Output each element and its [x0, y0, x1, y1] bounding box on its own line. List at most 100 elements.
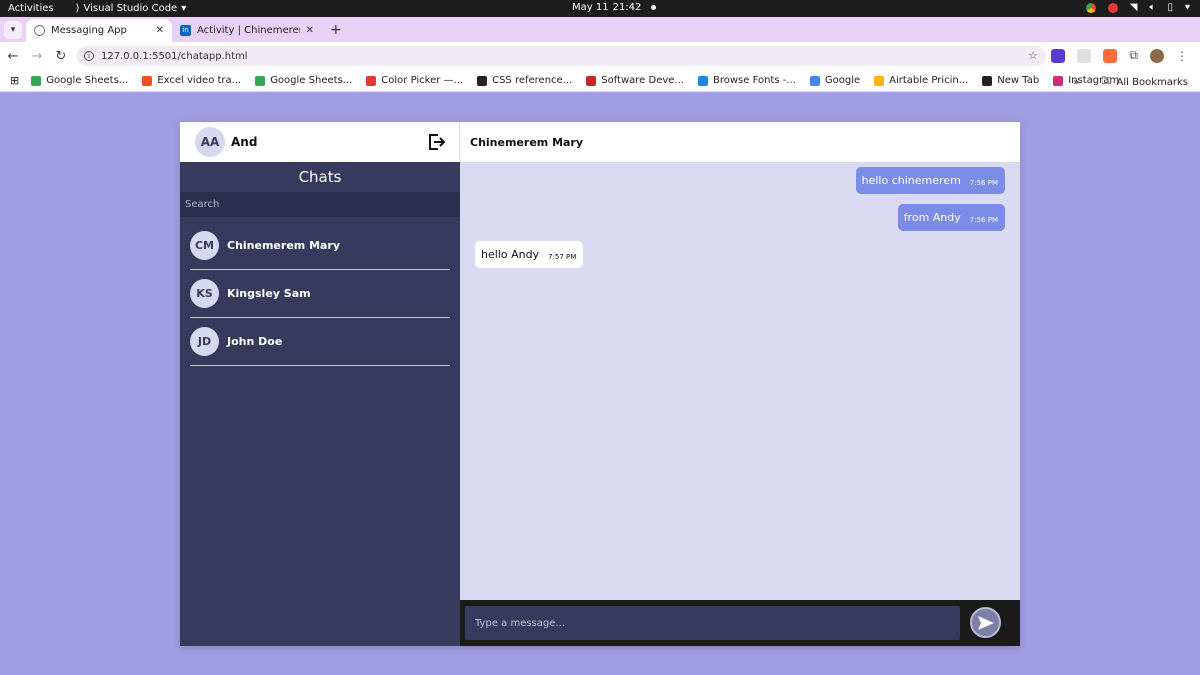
send-icon	[977, 615, 994, 630]
system-tray[interactable]: ◥ 🔈︎ ▯ ▾	[1085, 2, 1190, 13]
message-input[interactable]	[465, 606, 960, 640]
message-time: 7:56 PM	[969, 216, 998, 224]
forward-icon[interactable]: →	[26, 49, 48, 64]
extension-icon[interactable]	[1077, 48, 1092, 63]
extension-icon[interactable]	[1051, 48, 1066, 63]
chat-item-chinemerem-mary[interactable]: CM Chinemerem Mary	[190, 222, 450, 270]
message-time: 7:56 PM	[969, 179, 998, 187]
bookmarks-bar: ⊞ Google Sheets... Excel video tra... Go…	[0, 70, 1200, 92]
bookmark-favicon-icon	[255, 75, 266, 86]
bookmark-item[interactable]: Airtable Pricin...	[874, 75, 968, 86]
chat-list: CM Chinemerem Mary KS Kingsley Sam JD Jo…	[190, 222, 450, 366]
app-menu-label: Visual Studio Code	[83, 3, 178, 14]
chrome-tray-icon[interactable]	[1085, 2, 1096, 13]
close-tab-icon[interactable]: ✕	[156, 25, 164, 36]
apps-grid-icon[interactable]: ⊞	[10, 74, 19, 87]
search-input[interactable]	[180, 192, 460, 217]
bookmarks-right: » 🗀︎ All Bookmarks	[1073, 74, 1188, 91]
message-time: 7:57 PM	[548, 253, 577, 261]
messaging-app: AA And Chats CM Chinemerem Mary KS Kings…	[180, 122, 1020, 646]
puzzle-extensions-icon[interactable]: ⧉	[1129, 48, 1138, 63]
bookmark-favicon-icon	[142, 75, 153, 86]
bookmark-favicon-icon	[477, 75, 488, 86]
close-tab-icon[interactable]: ✕	[306, 25, 314, 36]
vscode-icon: ⟩	[75, 3, 80, 14]
tab-messaging-app[interactable]: Messaging App ✕	[26, 19, 172, 42]
bookmark-item[interactable]: Software Deve...	[586, 75, 684, 86]
more-bookmarks-chevron-icon[interactable]: »	[1073, 77, 1079, 88]
logout-icon[interactable]	[427, 132, 445, 152]
chat-name: Kingsley Sam	[227, 287, 311, 300]
user-name: And	[231, 135, 258, 149]
bookmark-label: Color Picker —...	[381, 75, 464, 86]
bookmark-label: New Tab	[997, 75, 1040, 86]
tab-search-icon[interactable]: ▾	[4, 21, 22, 39]
battery-icon[interactable]: ▯	[1167, 2, 1173, 13]
send-button[interactable]	[970, 607, 1001, 638]
bookmark-item[interactable]: Google Sheets...	[255, 75, 352, 86]
conversation-header: Chinemerem Mary	[460, 122, 1020, 162]
conversation-panel: Chinemerem Mary hello chinemerem 7:56 PM…	[460, 122, 1020, 646]
tab-title: Messaging App	[51, 25, 127, 36]
bookmark-favicon-icon	[809, 75, 820, 86]
chevron-down-icon: ▾	[181, 3, 187, 14]
chat-avatar: KS	[190, 279, 219, 308]
menu-kebab-icon[interactable]: ⋮	[1176, 49, 1188, 63]
do-not-disturb-icon[interactable]	[1107, 2, 1118, 13]
contact-name: Chinemerem Mary	[470, 135, 584, 149]
chat-avatar: CM	[190, 231, 219, 260]
bookmark-star-icon[interactable]: ☆	[1028, 49, 1038, 62]
sidebar-header: AA And	[180, 122, 460, 162]
bookmark-item[interactable]: Color Picker —...	[366, 75, 463, 86]
back-icon[interactable]: ←	[2, 49, 24, 64]
bookmark-label: Excel video tra...	[157, 75, 242, 86]
user-avatar: AA	[195, 127, 225, 157]
chat-name: John Doe	[227, 335, 283, 348]
bookmark-favicon-icon	[697, 75, 708, 86]
app-menu[interactable]: ⟩ Visual Studio Code ▾	[76, 3, 187, 14]
reload-icon[interactable]: ↻	[50, 49, 72, 64]
chat-item-kingsley-sam[interactable]: KS Kingsley Sam	[190, 270, 450, 318]
activities-button[interactable]: Activities	[0, 3, 62, 14]
bookmark-favicon-icon	[1053, 75, 1064, 86]
bookmark-item[interactable]: Google	[809, 75, 861, 86]
linkedin-icon: in	[180, 25, 191, 36]
tab-linkedin-activity[interactable]: in Activity | Chinemerem U... ✕	[172, 19, 322, 42]
bookmark-favicon-icon	[586, 75, 597, 86]
wifi-icon[interactable]: ◥	[1130, 2, 1138, 13]
bookmark-label: Software Deve...	[601, 75, 684, 86]
message-bubble-outgoing: hello chinemerem 7:56 PM	[855, 167, 1005, 194]
extension-icon[interactable]	[1103, 48, 1118, 63]
site-info-icon[interactable]: i	[84, 51, 94, 61]
power-menu-chevron-icon[interactable]: ▾	[1185, 2, 1190, 13]
browser-toolbar: ← → ↻ i 127.0.0.1:5501/chatapp.html ☆ ⧉ …	[0, 42, 1200, 70]
bookmark-item[interactable]: CSS reference...	[477, 75, 572, 86]
notification-dot-icon	[651, 5, 657, 10]
bookmark-favicon-icon	[982, 75, 993, 86]
address-bar[interactable]: i 127.0.0.1:5501/chatapp.html ☆	[76, 46, 1046, 66]
message-text: from Andy	[903, 211, 961, 224]
bookmark-label: Google	[824, 75, 861, 86]
bookmark-item[interactable]: Google Sheets...	[31, 75, 128, 86]
system-top-bar: Activities ⟩ Visual Studio Code ▾ May 11…	[0, 0, 1200, 17]
volume-icon[interactable]: 🔈︎	[1149, 2, 1155, 13]
chat-avatar: JD	[190, 327, 219, 356]
bookmark-label: Browse Fonts -...	[712, 75, 796, 86]
message-composer	[460, 600, 1020, 646]
all-bookmarks-button[interactable]: 🗀︎ All Bookmarks	[1102, 74, 1188, 91]
bookmark-item[interactable]: Browse Fonts -...	[697, 75, 796, 86]
clock[interactable]: May 11 21:42	[572, 2, 657, 13]
message-text: hello chinemerem	[861, 174, 961, 187]
bookmark-item[interactable]: Excel video tra...	[142, 75, 241, 86]
all-bookmarks-label: All Bookmarks	[1116, 77, 1188, 88]
bookmark-item[interactable]: New Tab	[982, 75, 1039, 86]
bookmark-favicon-icon	[31, 75, 42, 86]
message-list: hello chinemerem 7:56 PM from Andy 7:56 …	[460, 162, 1020, 600]
chat-name: Chinemerem Mary	[227, 239, 341, 252]
new-tab-icon[interactable]: +	[330, 22, 342, 38]
chat-item-john-doe[interactable]: JD John Doe	[190, 318, 450, 366]
profile-avatar[interactable]	[1150, 48, 1164, 63]
bookmark-label: Google Sheets...	[46, 75, 129, 86]
url-text: 127.0.0.1:5501/chatapp.html	[101, 50, 248, 62]
bookmark-label: Google Sheets...	[270, 75, 353, 86]
